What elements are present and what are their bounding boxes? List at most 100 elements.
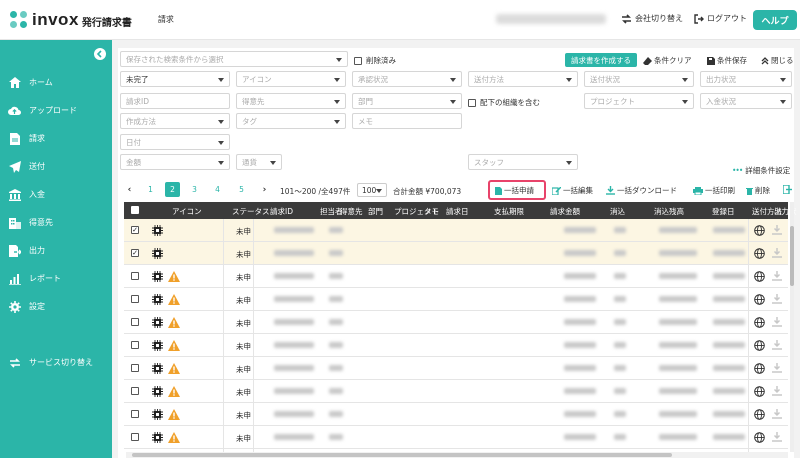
- blurred-cell: [564, 434, 596, 440]
- column-header[interactable]: 登録日: [712, 206, 735, 217]
- logout-link[interactable]: ログアウト: [694, 13, 747, 24]
- bulk-delete-button[interactable]: 削除: [746, 185, 770, 196]
- horizontal-scrollbar[interactable]: [126, 452, 788, 458]
- sidebar-item-upload[interactable]: アップロード: [8, 104, 77, 117]
- download-icon[interactable]: [772, 248, 782, 260]
- row-checkbox[interactable]: [131, 318, 139, 326]
- download-icon[interactable]: [772, 386, 782, 398]
- scrollbar-thumb[interactable]: [790, 226, 794, 286]
- staff-select[interactable]: スタッフ: [468, 154, 578, 170]
- currency-select[interactable]: 通貨: [236, 154, 282, 170]
- detail-settings-link[interactable]: ••• 詳細条件設定: [732, 165, 790, 176]
- status-select[interactable]: 未完了: [120, 71, 230, 87]
- switch-company-link[interactable]: 会社切り替え: [621, 13, 683, 24]
- download-icon[interactable]: [772, 271, 782, 283]
- sidebar-item-send[interactable]: 送付: [8, 160, 45, 173]
- prev-page-button[interactable]: ‹: [122, 182, 137, 197]
- sidebar-item-payment[interactable]: 入金: [8, 188, 45, 201]
- row-checkbox[interactable]: [131, 295, 139, 303]
- download-icon[interactable]: [772, 409, 782, 421]
- next-page-button[interactable]: ›: [257, 182, 272, 197]
- row-checkbox[interactable]: [131, 364, 139, 372]
- clear-conditions-button[interactable]: 条件クリア: [643, 55, 692, 66]
- department-select[interactable]: 部門: [352, 93, 462, 109]
- page-2-current[interactable]: 2: [165, 182, 180, 197]
- date-select[interactable]: 日付: [120, 134, 230, 150]
- amount-select[interactable]: 金額: [120, 154, 230, 170]
- send-method-select[interactable]: 送付方法: [468, 71, 578, 87]
- column-header[interactable]: 支払期限: [494, 206, 524, 217]
- invoice-id-input[interactable]: 請求ID: [120, 93, 230, 109]
- include-deleted-checkbox[interactable]: 削除済み: [354, 55, 396, 66]
- bulk-download-button[interactable]: 一括ダウンロード: [606, 185, 677, 196]
- payment-status-select[interactable]: 入金状況: [700, 93, 792, 109]
- column-header[interactable]: 請求日: [446, 206, 469, 217]
- column-header[interactable]: 消込: [610, 206, 625, 217]
- download-icon[interactable]: [772, 225, 782, 237]
- row-checkbox[interactable]: [131, 410, 139, 418]
- total-amount-label: 合計金額: [393, 187, 423, 196]
- page-5[interactable]: 5: [234, 182, 249, 197]
- blurred-cell: [564, 388, 596, 394]
- column-header[interactable]: ステータス: [232, 206, 270, 217]
- creation-method-select[interactable]: 作成方法: [120, 113, 230, 129]
- download-icon[interactable]: [772, 340, 782, 352]
- help-button[interactable]: ヘルプ: [753, 10, 797, 30]
- column-header[interactable]: 請求金額: [550, 206, 580, 217]
- warning-icon: [168, 409, 180, 422]
- select-all-checkbox[interactable]: [131, 206, 139, 214]
- sidebar-switch-service[interactable]: サービス切り替え: [8, 356, 93, 369]
- row-checkbox[interactable]: [131, 272, 139, 280]
- save-conditions-button[interactable]: 条件保存: [707, 55, 747, 66]
- sidebar-item-label: サービス切り替え: [29, 358, 93, 367]
- column-header[interactable]: アイコン: [172, 206, 202, 217]
- sidebar-collapse-button[interactable]: [94, 48, 106, 60]
- row-checkbox[interactable]: [131, 387, 139, 395]
- bulk-apply-button[interactable]: 一括申請: [495, 185, 534, 196]
- column-header[interactable]: 得意先: [340, 206, 363, 217]
- building-icon: [8, 216, 21, 229]
- per-page-select[interactable]: 100: [357, 183, 387, 197]
- sidebar-item-report[interactable]: レポート: [8, 272, 61, 285]
- column-header[interactable]: 消込残高: [654, 206, 684, 217]
- create-invoice-button[interactable]: 請求書を作成する: [565, 53, 637, 67]
- send-status-select[interactable]: 送付状況: [584, 71, 694, 87]
- icon-select[interactable]: アイコン: [236, 71, 346, 87]
- approval-status-select[interactable]: 承認状況: [352, 71, 462, 87]
- column-header[interactable]: 請求ID: [270, 206, 293, 217]
- row-checkbox[interactable]: ✓: [131, 249, 139, 257]
- sidebar-item-settings[interactable]: 設定: [8, 300, 45, 313]
- output-status-select[interactable]: 出力状況: [700, 71, 792, 87]
- bulk-print-button[interactable]: 一括印刷: [693, 185, 735, 196]
- customer-select[interactable]: 得意先: [236, 93, 346, 109]
- memo-input[interactable]: メモ: [352, 113, 462, 129]
- sidebar-item-home[interactable]: ホーム: [8, 76, 53, 89]
- bulk-edit-button[interactable]: 一括編集: [552, 185, 593, 196]
- include-sub-org-checkbox[interactable]: 配下の組織を含む: [468, 97, 540, 108]
- sidebar-item-output[interactable]: 出力: [8, 244, 45, 257]
- saved-conditions-select[interactable]: 保存された検索条件から選択: [120, 51, 348, 67]
- download-icon[interactable]: [772, 432, 782, 444]
- page-3[interactable]: 3: [187, 182, 202, 197]
- row-checkbox[interactable]: ✓: [131, 226, 139, 234]
- close-filters-button[interactable]: 閉じる: [761, 55, 794, 66]
- download-icon[interactable]: [772, 294, 782, 306]
- row-checkbox[interactable]: [131, 341, 139, 349]
- project-select[interactable]: プロジェクト: [584, 93, 694, 109]
- export-more-button[interactable]: [783, 185, 794, 194]
- tag-select[interactable]: タグ: [236, 113, 346, 129]
- sidebar-item-invoice[interactable]: 請求: [8, 132, 45, 145]
- scrollbar-thumb[interactable]: [132, 453, 672, 457]
- page-1[interactable]: 1: [143, 182, 158, 197]
- download-icon[interactable]: [772, 317, 782, 329]
- column-header[interactable]: メモ: [424, 206, 439, 217]
- column-header[interactable]: 部門: [368, 206, 383, 217]
- download-icon[interactable]: [772, 363, 782, 375]
- page-4[interactable]: 4: [210, 182, 225, 197]
- sidebar-item-label: ホーム: [29, 78, 53, 87]
- app-logo[interactable]: invox 発行請求書: [10, 10, 132, 30]
- save-conditions-label: 条件保存: [717, 56, 747, 65]
- sidebar-item-customer[interactable]: 得意先: [8, 216, 53, 229]
- vertical-scrollbar[interactable]: [790, 202, 794, 452]
- row-checkbox[interactable]: [131, 433, 139, 441]
